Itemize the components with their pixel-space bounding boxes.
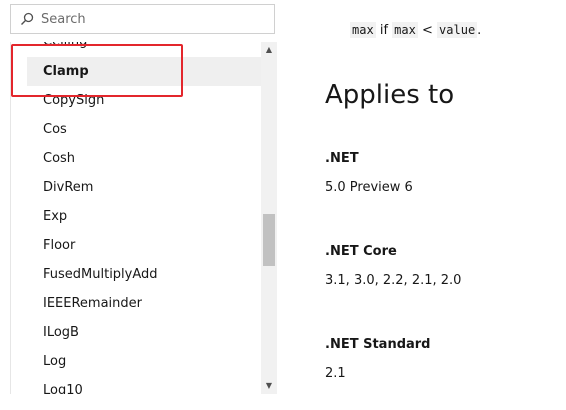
toc-item-cos[interactable]: Cos [43, 115, 261, 144]
search-box[interactable] [10, 4, 275, 34]
product-name-net-core: .NET Core [325, 244, 397, 259]
product-name-net-standard: .NET Standard [325, 337, 431, 352]
toc-item-ilogb[interactable]: ILogB [43, 318, 261, 347]
search-input[interactable] [41, 9, 266, 29]
scroll-thumb[interactable] [263, 214, 275, 266]
code-max-2: max [392, 22, 418, 38]
code-max: max [350, 22, 376, 38]
toc-item-cosh[interactable]: Cosh [43, 144, 261, 173]
highlight-annotation [11, 44, 183, 97]
toc-item-log10[interactable]: Log10 [43, 376, 261, 394]
applies-to-heading: Applies to [325, 80, 455, 110]
return-description: max if max < value. [350, 22, 482, 38]
less-than-text: < [422, 23, 433, 38]
scroll-up-arrow-icon[interactable]: ▲ [261, 42, 277, 58]
scroll-down-arrow-icon[interactable]: ▼ [261, 378, 277, 394]
toc-item-log[interactable]: Log [43, 347, 261, 376]
search-icon [21, 12, 34, 25]
product-name-net: .NET [325, 151, 359, 166]
product-versions-net-core: 3.1, 3.0, 2.2, 2.1, 2.0 [325, 273, 462, 288]
toc-item-divrem[interactable]: DivRem [43, 173, 261, 202]
toc-item-ieeeremainder[interactable]: IEEERemainder [43, 289, 261, 318]
period-text: . [477, 23, 482, 38]
toc-item-fusedmultiplyadd[interactable]: FusedMultiplyAdd [43, 260, 261, 289]
toc-scrollbar[interactable]: ▲ ▼ [261, 42, 277, 394]
toc-item-exp[interactable]: Exp [43, 202, 261, 231]
toc-item-floor[interactable]: Floor [43, 231, 261, 260]
product-versions-net-standard: 2.1 [325, 366, 346, 381]
product-versions-net: 5.0 Preview 6 [325, 180, 413, 195]
code-value: value [437, 22, 478, 38]
if-text: if [379, 23, 389, 38]
